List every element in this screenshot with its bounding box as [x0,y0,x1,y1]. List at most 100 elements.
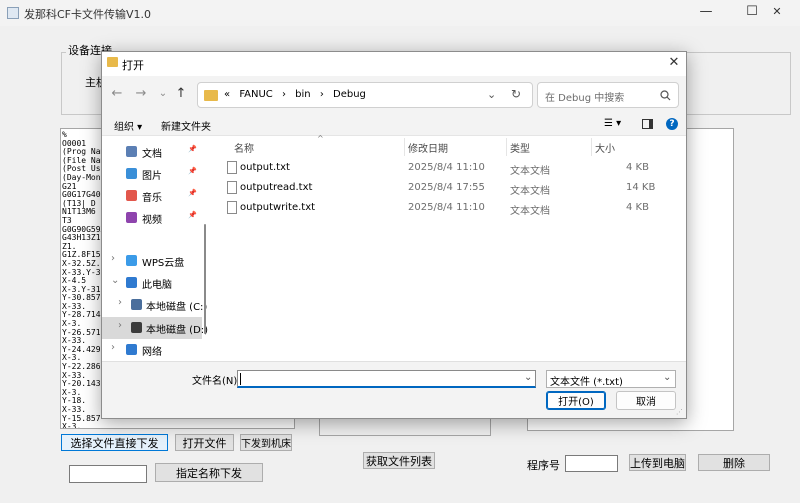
file-row[interactable]: outputread.txt 2025/8/4 17:55 文本文档 14 KB [209,178,686,198]
sidebar-item[interactable]: 视频 📌 [102,207,202,229]
recent-locations-icon[interactable]: ⌄ [154,85,172,103]
file-row[interactable]: output.txt 2025/8/4 11:10 文本文档 4 KB [209,158,686,178]
dialog-navbar: ← → ⌄ ↑ « FANUC › bin › Debug ⌄ ↻ 在 Debu… [102,76,686,114]
close-button[interactable]: ✕ [754,0,800,26]
sidebar-item[interactable]: › 本地磁盘 (D:) [102,317,208,339]
file-date: 2025/8/4 11:10 [408,202,485,213]
file-name: outputread.txt [240,182,313,193]
sidebar-item[interactable]: 图片 📌 [102,163,202,185]
expand-chevron-icon[interactable]: › [111,342,115,353]
drive-c-icon [131,299,142,310]
sidebar-item[interactable]: › 本地磁盘 (C:) [102,294,207,316]
filename-dropdown-icon[interactable]: ⌄ [524,372,532,383]
breadcrumb-bin[interactable]: bin [295,89,310,100]
expand-chevron-icon[interactable]: ⌄ [111,275,119,286]
sidebar-item-label: 图片 [142,171,162,182]
breadcrumb-overflow[interactable]: « [224,89,230,100]
videos-icon [126,212,137,223]
column-type[interactable]: 类型 [510,140,530,155]
get-file-list-button[interactable]: 获取文件列表 [363,452,435,469]
text-file-icon [227,161,237,174]
file-date: 2025/8/4 11:10 [408,162,485,173]
computer-icon [126,277,137,288]
breadcrumb-separator: › [319,89,324,100]
column-separator[interactable] [404,138,405,156]
column-name[interactable]: 名称 [234,140,254,155]
search-box[interactable]: 在 Debug 中搜索 [537,82,679,108]
column-date[interactable]: 修改日期 [408,140,448,155]
sidebar-item-label: 本地磁盘 (D:) [146,325,209,336]
filename-label: 文件名(N): [192,376,241,387]
upload-to-pc-button[interactable]: 上传到电脑 [629,454,686,471]
send-to-machine-button[interactable]: 下发到机床 [240,434,292,451]
filename-input[interactable]: ⌄ [237,370,536,388]
dialog-title: 打开 [122,59,144,72]
delete-button[interactable]: 删除 [698,454,770,471]
music-icon [126,190,137,201]
navigation-scrollbar[interactable] [204,224,206,334]
column-separator[interactable] [591,138,592,156]
open-button[interactable]: 打开(O) [546,391,606,410]
drive-d-icon [131,322,142,333]
cancel-button[interactable]: 取消 [616,391,676,410]
column-size[interactable]: 大小 [595,140,615,155]
program-name-input[interactable] [69,465,147,483]
expand-chevron-icon[interactable]: › [118,320,122,331]
file-row[interactable]: outputwrite.txt 2025/8/4 11:10 文本文档 4 KB [209,198,686,218]
named-send-button[interactable]: 指定名称下发 [155,463,263,482]
network-icon [126,344,137,355]
text-file-icon [227,181,237,194]
expand-chevron-icon[interactable]: › [111,253,115,264]
open-file-button[interactable]: 打开文件 [175,434,234,451]
sidebar-item[interactable]: ⌄ 此电脑 [102,272,202,294]
up-arrow-icon[interactable]: ↑ [172,85,190,103]
breadcrumb-separator: › [281,89,286,100]
sidebar-item-label: 音乐 [142,193,162,204]
breadcrumb-debug[interactable]: Debug [333,89,366,100]
file-list-header: ^ 名称 修改日期 类型 大小 [209,134,686,158]
file-type: 文本文档 [510,186,550,197]
sidebar-item-label: WPS云盘 [142,258,185,269]
expand-chevron-icon[interactable]: › [118,297,122,308]
file-size: 4 KB [626,162,649,173]
refresh-icon[interactable]: ↻ [511,87,521,101]
sidebar-item[interactable]: 文档 📌 [102,141,202,163]
minimize-button[interactable]: — [683,0,729,26]
documents-icon [126,146,137,157]
pin-icon: 📌 [188,211,197,219]
preview-pane-icon[interactable] [642,119,653,129]
program-number-label: 程序号 [527,459,560,472]
sidebar-item[interactable]: › 网络 [102,339,202,361]
pin-icon: 📌 [188,189,197,197]
code-line: X-3. [62,422,82,429]
file-type: 文本文档 [510,166,550,177]
new-folder-button[interactable]: 新建文件夹 [161,118,211,133]
file-name: outputwrite.txt [240,202,316,213]
file-date: 2025/8/4 17:55 [408,182,485,193]
organize-menu[interactable]: 组织 ▾ [114,118,142,133]
sort-up-icon: ^ [317,134,324,143]
app-title: 发那科CF卡文件传输V1.0 [24,8,152,21]
address-bar[interactable]: « FANUC › bin › Debug ⌄ ↻ [197,82,533,108]
program-number-input[interactable] [565,455,618,472]
folder-icon [204,90,218,101]
dialog-close-button[interactable]: ✕ [664,54,684,72]
file-size: 14 KB [626,182,656,193]
dialog-folder-icon [107,57,118,67]
help-icon[interactable]: ? [666,118,678,130]
forward-arrow-icon[interactable]: → [132,85,150,103]
sidebar-item[interactable]: 音乐 📌 [102,185,202,207]
sidebar-item-label: 本地磁盘 (C:) [146,302,208,313]
view-menu-icon[interactable]: ☰ ▾ [604,118,621,129]
filetype-select[interactable]: 文本文件 (*.txt) ⌄ [546,370,676,388]
address-dropdown-icon[interactable]: ⌄ [487,88,496,101]
column-separator[interactable] [506,138,507,156]
pictures-icon [126,168,137,179]
select-file-send-button[interactable]: 选择文件直接下发 [61,434,168,451]
back-arrow-icon[interactable]: ← [108,85,126,103]
sidebar-item[interactable]: › WPS云盘 [102,250,202,272]
dialog-bottom-bar: 文件名(N): ⌄ 文本文件 (*.txt) ⌄ 打开(O) 取消 ⋰ [102,361,686,418]
breadcrumb-fanuc[interactable]: FANUC [239,89,272,100]
resize-grip-icon[interactable]: ⋰ [676,408,683,416]
text-caret [240,373,241,385]
